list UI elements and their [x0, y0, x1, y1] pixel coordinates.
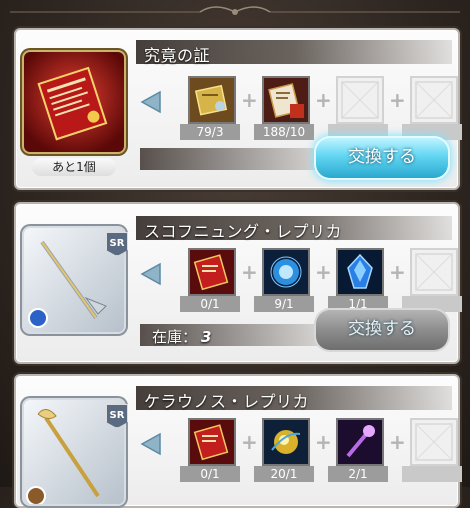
- plus-icon: +: [389, 430, 406, 454]
- requirement-count: 0/1: [180, 296, 240, 312]
- requirement-slot[interactable]: [262, 76, 310, 124]
- red-certificate-scroll-icon: [24, 52, 124, 152]
- requirement-slot-empty: [410, 418, 458, 466]
- blue-orb-icon: [264, 250, 308, 294]
- red-scroll-icon: [264, 78, 308, 122]
- requirement-count: 20/1: [254, 466, 314, 482]
- requirement-count: 9/1: [254, 296, 314, 312]
- requirement-count: 2/1: [328, 466, 388, 482]
- card-title: ケラウノス・レプリカ: [144, 392, 310, 411]
- exchange-card: 究竟の証 あと1個 79/3 + 188/10 + + 交換する: [14, 28, 462, 190]
- requirement-slot-empty: [410, 248, 458, 296]
- requirement-slot[interactable]: [188, 76, 236, 124]
- card-title-bar: 究竟の証: [136, 40, 452, 65]
- exchange-card: スコフニュング・レプリカ SR 0/1 + 9/1 + 1/1 + 在庫： 3 …: [14, 202, 462, 364]
- card-title: 究竟の証: [144, 46, 211, 65]
- requirements-row: 0/1 + 9/1 + 1/1 +: [140, 248, 462, 312]
- stock-bar: 在庫： 3: [140, 324, 320, 346]
- requirement-slot-empty: [410, 76, 458, 124]
- plus-icon: +: [315, 88, 332, 112]
- requirement-count: 188/10: [254, 124, 314, 140]
- arrow-left-icon: [140, 90, 161, 114]
- empty-slot-icon: [341, 81, 379, 119]
- empty-slot-icon: [415, 81, 453, 119]
- stock-label: 在庫： 3: [152, 328, 212, 346]
- plus-icon: +: [241, 260, 258, 284]
- plus-icon: +: [241, 430, 258, 454]
- card-title-bar: スコフニュング・レプリカ: [136, 216, 452, 241]
- requirement-count: 0/1: [180, 466, 240, 482]
- requirement-slot[interactable]: [336, 248, 384, 296]
- exchange-card: ケラウノス・レプリカ SR 0/1 + 20/1 + 2/1 +: [14, 374, 462, 508]
- stock-label: [152, 150, 156, 168]
- plus-icon: +: [241, 88, 258, 112]
- gold-scroll-icon: [190, 78, 234, 122]
- blue-crystal-icon: [338, 250, 382, 294]
- plus-icon: +: [389, 260, 406, 284]
- requirement-slot[interactable]: [262, 418, 310, 466]
- empty-slot-icon: [415, 253, 453, 291]
- red-scroll-icon: [190, 250, 234, 294]
- arrow-left-icon: [140, 432, 161, 456]
- requirement-count: [402, 466, 462, 482]
- card-title-bar: ケラウノス・レプリカ: [136, 386, 452, 411]
- requirement-slot[interactable]: [336, 418, 384, 466]
- requirements-row: 79/3 + 188/10 + +: [140, 76, 462, 140]
- requirements-row: 0/1 + 20/1 + 2/1 +: [140, 418, 462, 482]
- remaining-count-note: あと1個: [32, 158, 116, 176]
- requirement-count: 79/3: [180, 124, 240, 140]
- requirement-slot[interactable]: [188, 418, 236, 466]
- plus-icon: +: [315, 260, 332, 284]
- requirement-slot[interactable]: [188, 248, 236, 296]
- exchange-button[interactable]: 交換する: [316, 310, 448, 350]
- card-title: スコフニュング・レプリカ: [144, 222, 343, 241]
- plus-icon: +: [389, 88, 406, 112]
- gold-orb-icon: [264, 420, 308, 464]
- requirement-slot[interactable]: [262, 248, 310, 296]
- requirement-slot-empty: [336, 76, 384, 124]
- red-scroll-icon: [190, 420, 234, 464]
- stock-bar: [140, 148, 320, 170]
- empty-slot-icon: [415, 423, 453, 461]
- purple-staff-icon: [338, 420, 382, 464]
- plus-icon: +: [315, 430, 332, 454]
- top-ornament: [10, 6, 460, 15]
- exchange-button[interactable]: 交換する: [316, 138, 448, 178]
- arrow-left-icon: [140, 262, 161, 286]
